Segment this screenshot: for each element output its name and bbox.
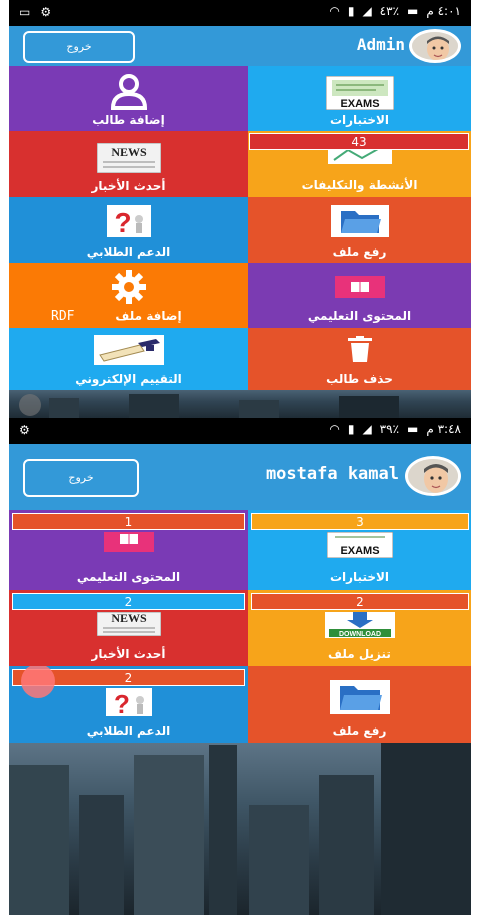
touch-ripple: [21, 666, 55, 698]
touch-ripple: [19, 394, 41, 416]
tile-label: الدعم الطلابي: [86, 245, 171, 259]
username: Admin: [356, 35, 405, 54]
tile-label: المحتوى التعليمي: [76, 570, 181, 584]
wifi-icon: ◠: [329, 422, 340, 436]
tile-add-pdf[interactable]: إضافة ملف RDF: [9, 263, 248, 328]
student-screen: ⚙ ◠ ▮ ◢ ٣٩٪ ▬ ٣:٤٨ م خروج mostafa kamal …: [9, 418, 471, 915]
avatar[interactable]: [405, 456, 461, 496]
news-icon: NEWS: [96, 142, 161, 177]
avatar-face-icon: [408, 459, 458, 493]
gallery-icon: ▭: [19, 5, 31, 19]
tile-add-student[interactable]: إضافة طالب: [9, 66, 248, 131]
question-icon: ?: [105, 688, 152, 720]
wifi-icon: ◠: [329, 4, 340, 18]
svg-text:?: ?: [114, 689, 130, 716]
graduation-icon: [93, 335, 164, 369]
clock: ٤:٠١ م: [426, 4, 461, 18]
svg-text:EXAMS: EXAMS: [340, 545, 379, 557]
tile-delete-student[interactable]: حذف طالب: [248, 328, 471, 390]
tile-label: أحدث الأخبار: [91, 647, 166, 661]
exams-badge: 3: [251, 513, 469, 530]
tile-exams[interactable]: EXAMS الاختبارات: [248, 66, 471, 131]
activities-badge: 43: [249, 133, 469, 150]
exams-icon: EXAMS: [326, 531, 393, 562]
trash-icon: [347, 336, 372, 366]
download-badge: 2: [251, 593, 469, 610]
svg-text:?: ?: [114, 207, 131, 237]
question-icon: ?: [106, 205, 151, 241]
svg-text:DOWNLOAD: DOWNLOAD: [339, 631, 381, 638]
sim-icon: ▮: [347, 4, 355, 18]
signal-icon: ◢: [362, 4, 372, 18]
download-icon: DOWNLOAD: [324, 612, 395, 642]
tile-label: الأنشطة والتكليفات: [301, 178, 418, 192]
avatar[interactable]: [409, 29, 461, 63]
logout-button[interactable]: خروج: [23, 459, 139, 497]
tile-activities[interactable]: 43 الأنشطة والتكليفات: [248, 131, 471, 197]
background-image: [9, 743, 471, 915]
clock: ٣:٤٨ م: [426, 422, 461, 436]
settings-notification-icon: ⚙: [40, 5, 52, 19]
book-icon: [103, 532, 154, 556]
status-bar: ⚙ ◠ ▮ ◢ ٣٩٪ ▬ ٣:٤٨ م: [9, 418, 471, 444]
tile-label: الدعم الطلابي: [86, 724, 171, 738]
news-badge: 2: [12, 593, 245, 610]
folder-icon: [329, 680, 390, 718]
tile-educational-content[interactable]: المحتوى التعليمي: [248, 263, 471, 328]
tile-upload-file[interactable]: رفع ملف: [248, 666, 471, 743]
tile-label: حذف طالب: [326, 372, 393, 386]
tile-label-main: إضافة ملف: [115, 309, 182, 323]
tile-upload-file[interactable]: رفع ملف: [248, 197, 471, 263]
battery-percent: ٤٣٪: [379, 4, 400, 18]
tile-label: رفع ملف: [332, 724, 387, 738]
sim-icon: ▮: [347, 422, 355, 436]
news-icon: NEWS: [96, 611, 161, 640]
tile-label: تنزيل ملف: [328, 647, 391, 661]
folder-icon: [330, 205, 389, 241]
tile-student-support[interactable]: ? الدعم الطلابي: [9, 197, 248, 263]
tile-exams[interactable]: 3 EXAMS الاختبارات: [248, 510, 471, 590]
signal-icon: ◢: [362, 422, 372, 436]
settings-notification-icon: ⚙: [19, 423, 30, 437]
svg-text:NEWS: NEWS: [111, 612, 147, 625]
tile-label: إضافة طالب: [92, 113, 165, 127]
tile-download-file[interactable]: 2 DOWNLOAD تنزيل ملف: [248, 590, 471, 666]
tile-label: المحتوى التعليمي: [307, 309, 412, 323]
svg-text:EXAMS: EXAMS: [340, 98, 379, 110]
tile-latest-news[interactable]: NEWS أحدث الأخبار: [9, 131, 248, 197]
background-image: [9, 390, 471, 418]
content-badge: 1: [12, 513, 245, 530]
tile-label: الاختبارات: [329, 113, 390, 127]
tile-label: أحدث الأخبار: [91, 179, 166, 193]
tile-label-extra: RDF: [51, 309, 75, 324]
status-bar: ▭ ⚙ ◠ ▮ ◢ ٤٣٪ ▬ ٤:٠١ م: [9, 0, 471, 26]
tile-label: التقييم الإلكتروني: [75, 372, 182, 386]
gear-icon: [111, 269, 147, 309]
tile-latest-news[interactable]: 2 NEWS أحدث الأخبار: [9, 590, 248, 666]
user-icon: [109, 74, 149, 114]
book-icon: [334, 276, 385, 302]
app-header: خروج Admin: [9, 26, 471, 66]
exams-icon: EXAMS: [325, 75, 394, 114]
admin-screen: ▭ ⚙ ◠ ▮ ◢ ٤٣٪ ▬ ٤:٠١ م خروج Admin EXAMS …: [9, 0, 471, 418]
tile-student-support[interactable]: 2 ? الدعم الطلابي: [9, 666, 248, 743]
battery-icon: ▬: [407, 4, 419, 18]
tile-label: إضافة ملف RDF: [9, 309, 248, 324]
svg-text:NEWS: NEWS: [111, 145, 147, 159]
app-header: خروج mostafa kamal: [9, 444, 471, 510]
battery-percent: ٣٩٪: [379, 422, 400, 436]
username: mostafa kamal: [265, 464, 399, 484]
battery-icon: ▬: [407, 422, 419, 436]
avatar-face-icon: [412, 32, 458, 60]
tile-educational-content[interactable]: 1 المحتوى التعليمي: [9, 510, 248, 590]
tile-label: الاختبارات: [329, 570, 390, 584]
tile-label: رفع ملف: [332, 245, 387, 259]
tile-e-evaluation[interactable]: التقييم الإلكتروني: [9, 328, 248, 390]
logout-button[interactable]: خروج: [23, 31, 135, 63]
